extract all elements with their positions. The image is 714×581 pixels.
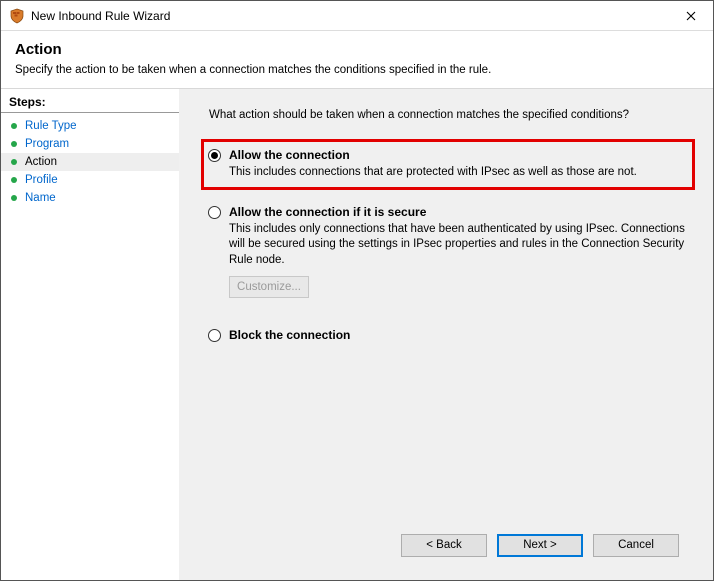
bullet-icon	[11, 141, 17, 147]
prompt-text: What action should be taken when a conne…	[209, 109, 695, 121]
bullet-icon	[11, 159, 17, 165]
options-group: Allow the connection This includes conne…	[201, 139, 695, 357]
step-program[interactable]: Program	[1, 135, 179, 153]
option-title: Block the connection	[229, 328, 350, 342]
option-allow[interactable]: Allow the connection This includes conne…	[201, 139, 695, 190]
step-label: Action	[25, 156, 57, 168]
bullet-icon	[11, 195, 17, 201]
titlebar: New Inbound Rule Wizard	[1, 1, 713, 31]
step-label: Name	[25, 192, 56, 204]
step-label: Profile	[25, 174, 58, 186]
step-action[interactable]: Action	[1, 153, 179, 171]
step-rule-type[interactable]: Rule Type	[1, 117, 179, 135]
steps-heading: Steps:	[1, 95, 179, 113]
customize-button: Customize...	[229, 276, 309, 298]
close-button[interactable]	[668, 1, 713, 30]
footer: < Back Next > Cancel	[201, 520, 695, 570]
next-button[interactable]: Next >	[497, 534, 583, 557]
cancel-button[interactable]: Cancel	[593, 534, 679, 557]
radio-allow-secure[interactable]	[208, 206, 221, 219]
bullet-icon	[11, 123, 17, 129]
body: Steps: Rule Type Program Action Profile …	[1, 89, 713, 580]
bullet-icon	[11, 177, 17, 183]
option-title: Allow the connection if it is secure	[229, 205, 426, 219]
firewall-icon	[9, 8, 25, 24]
header: Action Specify the action to be taken wh…	[1, 31, 713, 88]
page-title: Action	[15, 41, 699, 58]
wizard-window: New Inbound Rule Wizard Action Specify t…	[0, 0, 714, 581]
radio-allow[interactable]	[208, 149, 221, 162]
step-name[interactable]: Name	[1, 189, 179, 207]
window-title: New Inbound Rule Wizard	[31, 9, 668, 23]
option-allow-secure[interactable]: Allow the connection if it is secure Thi…	[201, 196, 695, 308]
sidebar: Steps: Rule Type Program Action Profile …	[1, 89, 179, 580]
page-subtitle: Specify the action to be taken when a co…	[15, 64, 699, 76]
option-desc: This includes only connections that have…	[229, 222, 686, 269]
option-block[interactable]: Block the connection	[201, 319, 695, 351]
step-label: Program	[25, 138, 69, 150]
step-label: Rule Type	[25, 120, 77, 132]
back-button[interactable]: < Back	[401, 534, 487, 557]
step-profile[interactable]: Profile	[1, 171, 179, 189]
main-panel: What action should be taken when a conne…	[179, 89, 713, 580]
option-desc: This includes connections that are prote…	[229, 165, 686, 181]
option-title: Allow the connection	[229, 148, 350, 162]
radio-block[interactable]	[208, 329, 221, 342]
